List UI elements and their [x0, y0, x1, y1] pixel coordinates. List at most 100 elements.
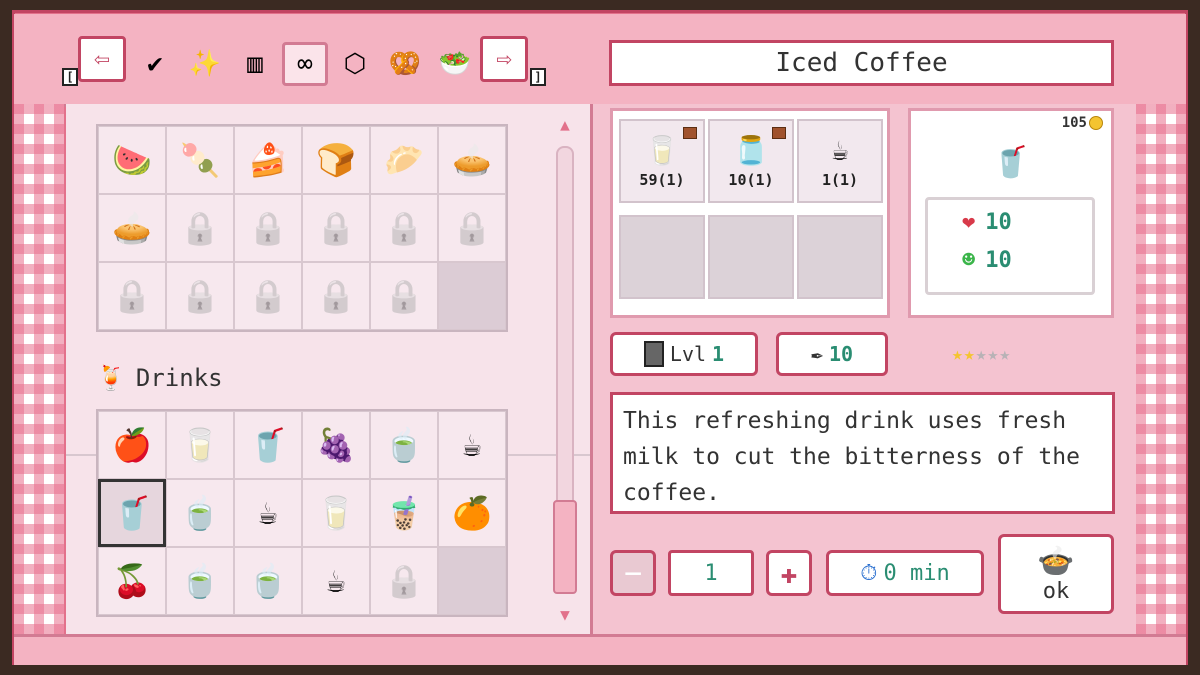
- prev-key-hint: [: [62, 68, 78, 86]
- recipe-icon: ☕: [326, 562, 346, 600]
- recipe-icon: 🍞: [316, 141, 356, 179]
- empty-recipe-slot: [438, 262, 506, 330]
- recipe-icon: 🍵: [180, 562, 220, 600]
- ingredient-slot[interactable]: ☕ 1(1): [797, 119, 883, 203]
- recipe-slot[interactable]: 🍊: [438, 479, 506, 547]
- drinks-header: 🍹 Drinks: [96, 364, 223, 392]
- recipe-icon: 🍊: [452, 494, 492, 532]
- water-jug-icon: 🫙: [733, 133, 769, 167]
- recipe-slot[interactable]: 🥤: [98, 479, 166, 547]
- gingham-border-right: [1136, 104, 1186, 634]
- iced-coffee-icon: 🥤: [992, 145, 1030, 180]
- locked-recipe-slot: 🔒: [370, 262, 438, 330]
- recipe-icon: 🥛: [180, 426, 220, 464]
- recipe-slot[interactable]: 🥧: [438, 126, 506, 194]
- lock-icon: 🔒: [316, 277, 356, 315]
- recipe-icon: 🥤: [248, 426, 288, 464]
- decrease-quantity-button[interactable]: −: [610, 550, 656, 596]
- drinks-icon: 🍹: [96, 364, 126, 392]
- recipe-slot[interactable]: 🍵: [166, 547, 234, 615]
- prev-category-button[interactable]: ⇦: [78, 36, 126, 82]
- recipe-icon: 🍵: [248, 562, 288, 600]
- recipe-slot[interactable]: 🍵: [370, 411, 438, 479]
- mixer-icon[interactable]: ⬡: [332, 42, 378, 86]
- recipe-slot[interactable]: ☕: [438, 411, 506, 479]
- recipe-slot[interactable]: 🍵: [234, 547, 302, 615]
- energy-face-icon: ☻: [962, 248, 976, 273]
- recipe-slot[interactable]: 🍉: [98, 126, 166, 194]
- recipe-slot[interactable]: 🍰: [234, 126, 302, 194]
- sparkle-icon[interactable]: ✨: [182, 42, 228, 86]
- recipe-slot[interactable]: ☕: [302, 547, 370, 615]
- bottom-bar: [14, 634, 1186, 665]
- recipe-title: Iced Coffee: [609, 40, 1114, 86]
- checkmark-icon[interactable]: ✔: [132, 42, 178, 86]
- recipe-icon: 🥧: [452, 141, 492, 179]
- cook-time: ⏱ 0 min: [826, 550, 984, 596]
- feather-icon: ✒: [810, 342, 823, 366]
- recipe-icon: 🍎: [112, 426, 152, 464]
- drinks-label: Drinks: [135, 364, 223, 392]
- increase-quantity-button[interactable]: ✚: [766, 550, 812, 596]
- recipe-slot[interactable]: 🍡: [166, 126, 234, 194]
- price: 105: [1062, 115, 1103, 131]
- recipe-slot[interactable]: 🍇: [302, 411, 370, 479]
- ingredient-amount: 59(1): [639, 170, 685, 189]
- lock-icon: 🔒: [384, 209, 424, 247]
- lock-icon: 🔒: [316, 209, 356, 247]
- cooking-pot-icon: 🍲: [1037, 544, 1075, 579]
- effects-box: ❤ 10 ☻ 10: [925, 197, 1095, 295]
- recipe-slot[interactable]: 🧋: [370, 479, 438, 547]
- recipe-slot[interactable]: ☕: [234, 479, 302, 547]
- lock-icon: 🔒: [180, 277, 220, 315]
- locked-recipe-slot: 🔒: [370, 194, 438, 262]
- health-stat: ❤ 10: [962, 210, 1012, 235]
- recipe-slot[interactable]: 🥧: [98, 194, 166, 262]
- ingredient-slot[interactable]: 🥛 59(1): [619, 119, 705, 203]
- ingredient-amount: 1(1): [821, 170, 859, 189]
- recipe-slot[interactable]: 🥛: [302, 479, 370, 547]
- locked-recipe-slot: 🔒: [370, 547, 438, 615]
- scroll-up-button[interactable]: ▲: [554, 115, 576, 134]
- locked-recipe-slot: 🔒: [302, 262, 370, 330]
- star-empty-icon: ★: [975, 344, 988, 365]
- quantity-value: 1: [668, 550, 754, 596]
- recipe-slot[interactable]: 🥛: [166, 411, 234, 479]
- ok-cook-button[interactable]: 🍲 ok: [998, 534, 1114, 614]
- ingredients-box: 🥛 59(1) 🫙 10(1) ☕ 1(1): [610, 108, 890, 318]
- locked-recipe-slot: 🔒: [438, 194, 506, 262]
- recipe-description: This refreshing drink uses fresh milk to…: [610, 392, 1115, 514]
- recipe-slot[interactable]: 🥟: [370, 126, 438, 194]
- infinity-icon[interactable]: ∞: [282, 42, 328, 86]
- recipe-icon: 🥟: [384, 141, 424, 179]
- recipe-slot[interactable]: 🍵: [166, 479, 234, 547]
- recipe-icon: 🍉: [112, 141, 152, 179]
- pretzel-icon[interactable]: 🥨: [382, 42, 428, 86]
- health-value: 10: [985, 210, 1012, 235]
- coin-icon: [1089, 116, 1103, 130]
- cooking-station-icon: [643, 341, 664, 367]
- empty-ingredient-slot: [708, 215, 794, 299]
- level-label: Lvl: [669, 342, 707, 366]
- empty-recipe-slot: [438, 547, 506, 615]
- scroll-thumb[interactable]: [553, 500, 577, 594]
- chest-icon: [772, 127, 786, 139]
- salad-icon[interactable]: 🥗: [432, 42, 478, 86]
- recipe-slot[interactable]: 🍒: [98, 547, 166, 615]
- next-category-button[interactable]: ⇨: [480, 36, 528, 82]
- recipe-slot[interactable]: 🍎: [98, 411, 166, 479]
- recipe-icon: 🍒: [112, 562, 152, 600]
- food-grid: 🍉 🍡 🍰 🍞 🥟 🥧 🥧 🔒 🔒 🔒 🔒 🔒 🔒 🔒 🔒 🔒 🔒: [96, 124, 508, 332]
- ingredient-slot[interactable]: 🫙 10(1): [708, 119, 794, 203]
- cook-time-label: 0 min: [883, 560, 950, 586]
- chest-icon: [683, 127, 697, 139]
- cooking-station-icon[interactable]: ▥: [232, 42, 278, 86]
- star-filled-icon: ★: [963, 344, 976, 365]
- recipe-icon: 🍵: [180, 494, 220, 532]
- lock-icon: 🔒: [384, 277, 424, 315]
- lock-icon: 🔒: [248, 277, 288, 315]
- empty-ingredient-slot: [619, 215, 705, 299]
- recipe-slot[interactable]: 🥤: [234, 411, 302, 479]
- recipe-slot[interactable]: 🍞: [302, 126, 370, 194]
- scroll-down-button[interactable]: ▼: [554, 605, 576, 624]
